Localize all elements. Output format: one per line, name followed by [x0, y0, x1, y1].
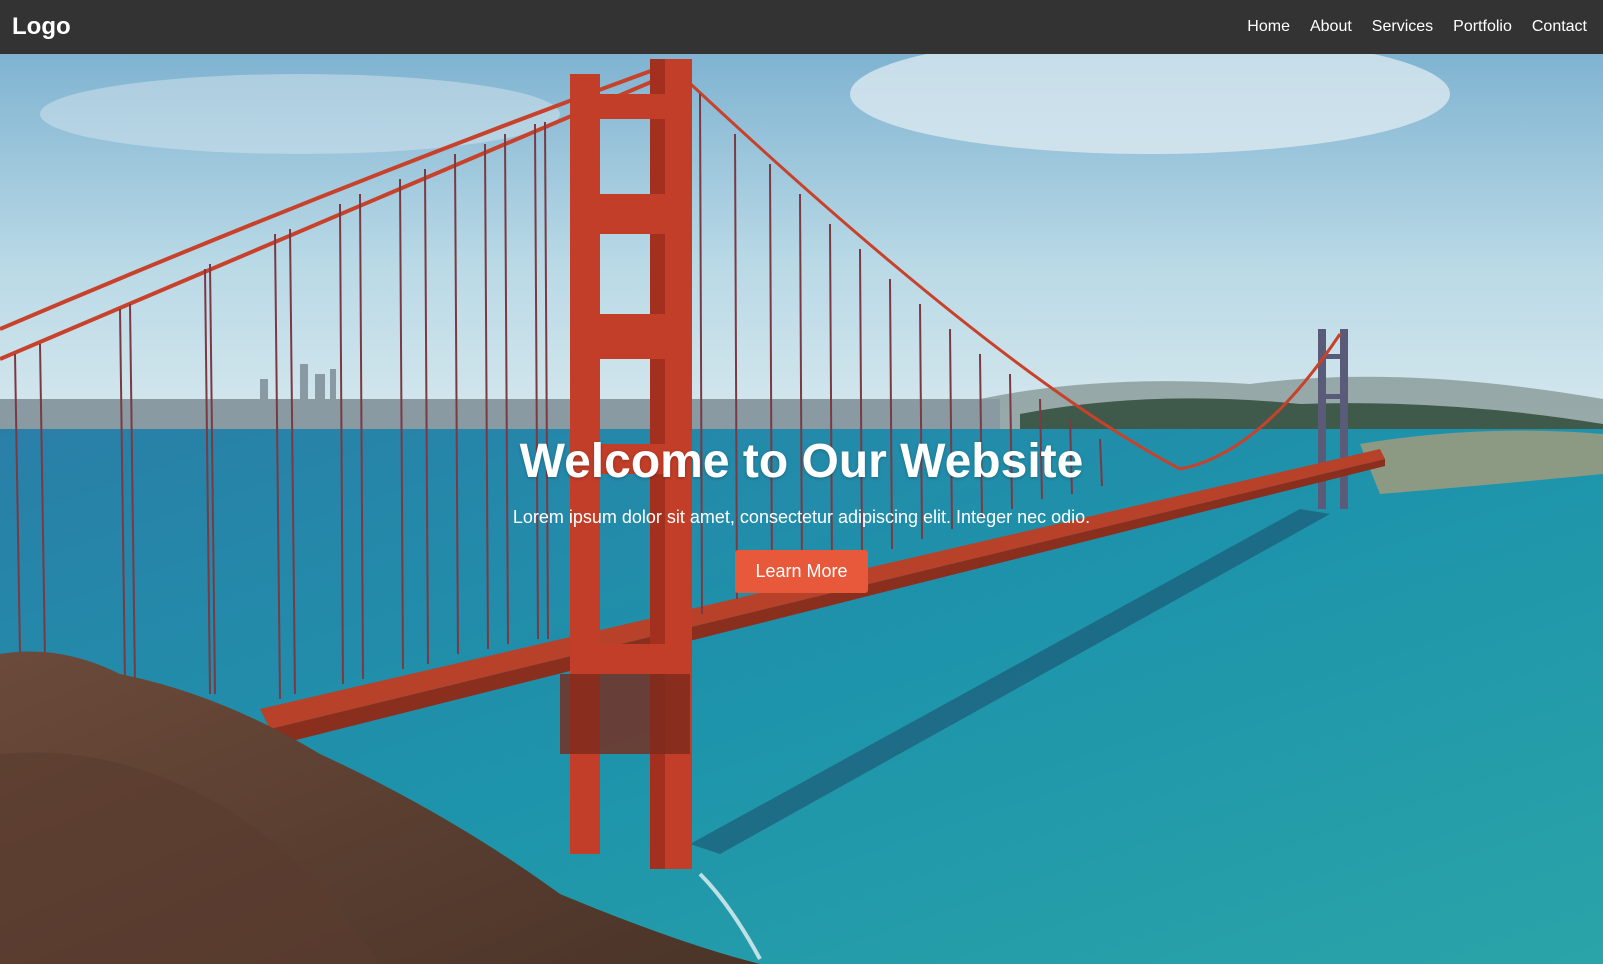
nav-link-portfolio[interactable]: Portfolio — [1453, 18, 1512, 35]
nav-item-portfolio: Portfolio — [1453, 18, 1512, 36]
top-navbar: Logo Home About Services Portfolio Conta… — [0, 0, 1603, 54]
nav-link-contact[interactable]: Contact — [1532, 18, 1587, 35]
nav-item-home: Home — [1247, 18, 1290, 36]
nav-link-home[interactable]: Home — [1247, 18, 1290, 35]
hero-content: Welcome to Our Website Lorem ipsum dolor… — [0, 434, 1603, 593]
learn-more-button[interactable]: Learn More — [735, 550, 868, 593]
nav-item-about: About — [1310, 18, 1352, 36]
nav-link-about[interactable]: About — [1310, 18, 1352, 35]
hero-subtitle: Lorem ipsum dolor sit amet, consectetur … — [512, 507, 1091, 527]
nav-menu: Home About Services Portfolio Contact — [1247, 18, 1587, 36]
nav-item-contact: Contact — [1532, 18, 1587, 36]
hero-title: Welcome to Our Website — [519, 435, 1084, 488]
nav-link-services[interactable]: Services — [1372, 18, 1433, 35]
hero-section: Welcome to Our Website Lorem ipsum dolor… — [0, 54, 1603, 964]
nav-item-services: Services — [1372, 18, 1433, 36]
site-logo[interactable]: Logo — [12, 13, 71, 41]
